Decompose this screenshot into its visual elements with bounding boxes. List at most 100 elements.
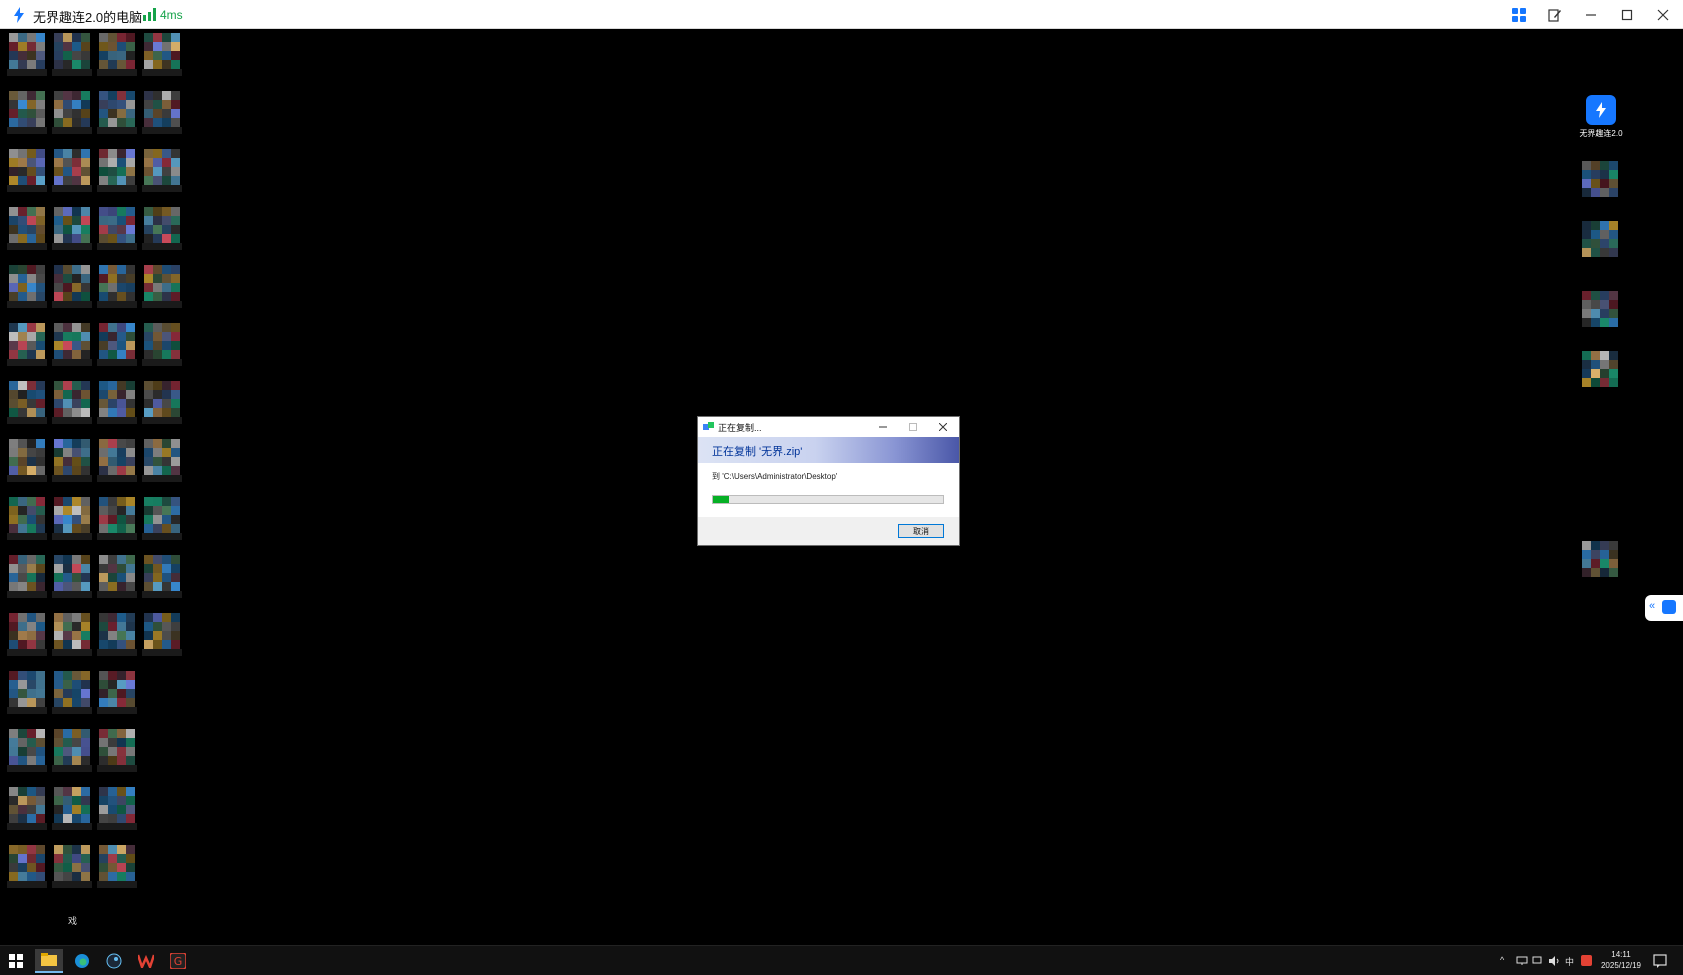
desktop-icon[interactable]	[50, 611, 94, 663]
desktop-icon[interactable]	[5, 321, 49, 373]
desktop-icon[interactable]	[1578, 539, 1622, 591]
desktop-icon[interactable]	[50, 205, 94, 257]
desktop-icon[interactable]	[5, 147, 49, 199]
desktop-icon[interactable]	[5, 437, 49, 489]
desktop-icon[interactable]	[50, 89, 94, 141]
desktop-icon[interactable]	[5, 669, 49, 721]
desktop-icon[interactable]	[95, 843, 139, 895]
desktop-icon[interactable]	[140, 31, 184, 83]
blurred-icon-label	[97, 823, 137, 830]
taskbar-g-app[interactable]: G	[164, 949, 192, 973]
notification-center-icon[interactable]	[1652, 953, 1668, 969]
desktop-icon[interactable]	[5, 89, 49, 141]
desktop-icon[interactable]	[5, 785, 49, 837]
icon-pixel	[99, 408, 108, 417]
desktop-icon[interactable]	[95, 727, 139, 779]
desktop-icon[interactable]	[5, 843, 49, 895]
desktop-icon[interactable]	[50, 669, 94, 721]
desktop-icon[interactable]	[5, 495, 49, 547]
app-shortcut-wujie[interactable]: 无界趣连2.0	[1578, 95, 1624, 145]
blurred-icon-label	[7, 127, 47, 134]
desktop-icon[interactable]	[50, 553, 94, 605]
blurred-icon-label	[52, 823, 92, 830]
icon-pixel	[108, 109, 117, 118]
desktop-icon[interactable]	[140, 553, 184, 605]
icon-pixel	[63, 613, 72, 622]
desktop-icon[interactable]	[140, 147, 184, 199]
taskbar-file-explorer[interactable]	[35, 949, 63, 973]
desktop-icon[interactable]	[140, 495, 184, 547]
desktop-icon[interactable]	[50, 31, 94, 83]
ime-indicator[interactable]: 中	[1565, 955, 1574, 968]
desktop-icon[interactable]	[5, 611, 49, 663]
desktop-icon[interactable]	[95, 553, 139, 605]
close-button[interactable]	[1650, 4, 1676, 26]
desktop-icon[interactable]	[5, 727, 49, 779]
taskbar-clock[interactable]: 14:11 2025/12/19	[1596, 949, 1646, 971]
icon-pixel	[54, 158, 63, 167]
desktop-icon[interactable]	[95, 205, 139, 257]
desktop-icon[interactable]	[5, 31, 49, 83]
desktop-icon[interactable]	[140, 611, 184, 663]
volume-icon[interactable]	[1548, 956, 1560, 966]
desktop-icon[interactable]	[50, 785, 94, 837]
desktop-icon[interactable]	[50, 437, 94, 489]
desktop-icon[interactable]	[50, 843, 94, 895]
taskbar-edge[interactable]	[68, 949, 96, 973]
apps-grid-button[interactable]	[1506, 4, 1532, 26]
desktop-icon[interactable]	[5, 263, 49, 315]
minimize-button[interactable]	[1578, 4, 1604, 26]
desktop-icon[interactable]	[50, 263, 94, 315]
dialog-minimize-button[interactable]	[872, 419, 894, 435]
side-float-panel[interactable]: «	[1645, 595, 1683, 621]
desktop-icon[interactable]	[95, 31, 139, 83]
desktop-icon[interactable]	[50, 147, 94, 199]
dialog-close-button[interactable]	[932, 419, 954, 435]
icon-pixel	[117, 448, 126, 457]
desktop-icon[interactable]	[95, 379, 139, 431]
desktop-icon[interactable]	[1578, 159, 1622, 211]
desktop-icon[interactable]	[50, 727, 94, 779]
blurred-icon-label	[97, 185, 137, 192]
desktop-icon[interactable]	[95, 321, 139, 373]
icon-pixel	[72, 33, 81, 42]
edit-note-button[interactable]	[1542, 4, 1568, 26]
desktop-icon[interactable]	[50, 321, 94, 373]
desktop-icon[interactable]	[95, 611, 139, 663]
desktop-icon[interactable]	[95, 785, 139, 837]
icon-pixel	[162, 176, 171, 185]
icon-pixel	[81, 524, 90, 533]
desktop-icon[interactable]	[50, 379, 94, 431]
maximize-button[interactable]	[1614, 4, 1640, 26]
desktop-icon[interactable]	[95, 495, 139, 547]
desktop-icon[interactable]	[5, 379, 49, 431]
desktop-icon[interactable]	[1578, 349, 1622, 401]
desktop-icon[interactable]	[5, 205, 49, 257]
taskbar-wps[interactable]	[132, 949, 160, 973]
desktop-icon[interactable]	[5, 553, 49, 605]
desktop-icon[interactable]	[95, 147, 139, 199]
network-icon[interactable]	[1516, 956, 1528, 966]
icon-pixel	[144, 60, 153, 69]
taskbar-steam[interactable]	[100, 949, 128, 973]
desktop-icon[interactable]	[140, 263, 184, 315]
icon-pixel	[72, 582, 81, 591]
display-icon[interactable]	[1532, 956, 1544, 966]
desktop-icon[interactable]	[1578, 219, 1622, 271]
desktop-icon[interactable]	[140, 205, 184, 257]
cancel-button[interactable]: 取消	[898, 524, 944, 538]
desktop-icon[interactable]	[95, 263, 139, 315]
desktop-icon[interactable]	[140, 321, 184, 373]
desktop-icon[interactable]	[140, 437, 184, 489]
tray-overflow-chevron-icon[interactable]: ^	[1500, 955, 1504, 965]
desktop-icon[interactable]	[95, 669, 139, 721]
desktop-icon[interactable]	[1578, 289, 1622, 341]
desktop-icon[interactable]	[50, 495, 94, 547]
icon-pixel	[81, 497, 90, 506]
desktop-icon[interactable]	[95, 89, 139, 141]
start-button[interactable]	[2, 949, 30, 973]
desktop-icon[interactable]	[140, 89, 184, 141]
desktop-icon[interactable]	[95, 437, 139, 489]
desktop-icon[interactable]	[140, 379, 184, 431]
tray-app-icon[interactable]	[1581, 955, 1592, 966]
